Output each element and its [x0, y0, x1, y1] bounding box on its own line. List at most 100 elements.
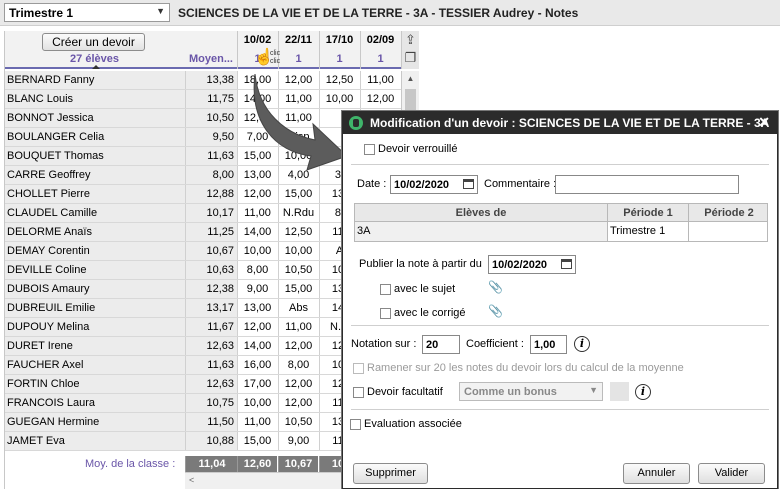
devoir-coef: 1	[336, 53, 343, 65]
coefficient-input[interactable]: 1,00	[530, 335, 567, 354]
grade-cell[interactable]: 9,00	[237, 280, 277, 298]
period-select[interactable]: Trimestre 1 ▼	[4, 3, 170, 22]
validate-button[interactable]: Valider	[698, 463, 765, 484]
grade-cell[interactable]: 11,00	[360, 71, 400, 89]
devoir-column-header[interactable]: 17/10 1	[319, 31, 359, 69]
devoir-date: 22/11	[285, 34, 312, 46]
student-name: DUPOUY Melina	[5, 318, 185, 336]
grade-cell[interactable]: 12,50	[278, 223, 318, 241]
grade-cell[interactable]: 12,00	[237, 318, 277, 336]
divider	[351, 164, 769, 165]
grade-cell[interactable]: N.Rdu	[278, 204, 318, 222]
students-count-header[interactable]: 27 élèves	[5, 53, 184, 65]
devoir-coef: 1	[295, 53, 302, 65]
sort-asc-icon	[92, 65, 100, 69]
student-average: 13,38	[185, 71, 237, 89]
student-name: CHOLLET Pierre	[5, 185, 185, 203]
grade-cell[interactable]: 12,00	[278, 394, 318, 412]
chevron-down-icon: ▼	[589, 385, 598, 395]
student-name: GUEGAN Hermine	[5, 413, 185, 431]
student-average: 12,38	[185, 280, 237, 298]
optional-checkbox[interactable]	[353, 387, 364, 398]
scroll-left-icon[interactable]: <	[189, 475, 194, 485]
locked-label: Devoir verrouillé	[378, 143, 458, 155]
delete-button[interactable]: Supprimer	[353, 463, 428, 484]
with-correction-checkbox[interactable]	[380, 308, 391, 319]
grade-cell[interactable]: 11,00	[237, 204, 277, 222]
grade-cell[interactable]: 13,00	[237, 299, 277, 317]
student-name: BLANC Louis	[5, 90, 185, 108]
with-correction-label: avec le corrigé	[394, 307, 466, 319]
copy-icon[interactable]: ❐	[402, 49, 419, 67]
table-header-row: Elèves de Période 1 Période 2	[355, 204, 767, 222]
grade-cell[interactable]: Abs	[278, 299, 318, 317]
paperclip-icon[interactable]: 📎	[488, 280, 503, 294]
grade-cell[interactable]: 10,00	[237, 242, 277, 260]
student-name: BOULANGER Celia	[5, 128, 185, 146]
notation-input[interactable]: 20	[422, 335, 460, 354]
calendar-icon[interactable]	[561, 259, 572, 269]
table-row[interactable]: 3A Trimestre 1	[355, 222, 767, 241]
info-icon[interactable]: i	[574, 336, 590, 352]
paperclip-icon[interactable]: 📎	[488, 304, 503, 318]
grade-cell[interactable]: 15,00	[237, 432, 277, 450]
with-subject-checkbox[interactable]	[380, 284, 391, 295]
publish-date-field[interactable]: 10/02/2020	[488, 255, 576, 274]
grade-cell[interactable]: 10,50	[278, 261, 318, 279]
grade-cell[interactable]: 15,00	[278, 185, 318, 203]
close-icon[interactable]: ✕	[758, 114, 770, 131]
grade-cell[interactable]: 10,00	[237, 394, 277, 412]
grade-cell[interactable]: 14,00	[237, 337, 277, 355]
grade-cell[interactable]: 11,00	[237, 413, 277, 431]
comment-input[interactable]	[555, 175, 739, 194]
locked-checkbox[interactable]	[364, 144, 375, 155]
app-logo-icon	[349, 116, 363, 130]
average-column-header[interactable]: Moyen...	[185, 53, 237, 65]
evaluation-checkbox[interactable]	[350, 419, 361, 430]
grade-cell[interactable]: 10,00	[278, 242, 318, 260]
student-name: CARRE Geoffrey	[5, 166, 185, 184]
date-value: 10/02/2020	[394, 179, 450, 191]
grade-cell[interactable]: 8,00	[278, 356, 318, 374]
grade-cell[interactable]: 15,00	[278, 280, 318, 298]
table-cell[interactable]	[688, 222, 769, 241]
grade-cell[interactable]: 12,00	[360, 90, 400, 108]
scroll-up-icon[interactable]: ▲	[402, 71, 419, 87]
calendar-icon[interactable]	[463, 179, 474, 189]
grade-cell[interactable]: 8,00	[237, 261, 277, 279]
student-average: 12,63	[185, 337, 237, 355]
student-average: 9,50	[185, 128, 237, 146]
grade-cell[interactable]: 16,00	[237, 356, 277, 374]
devoir-column-header[interactable]: 02/09 1	[360, 31, 400, 69]
publish-date-value: 10/02/2020	[492, 259, 548, 271]
grade-cell[interactable]: 10,50	[278, 413, 318, 431]
with-subject-label: avec le sujet	[394, 283, 456, 295]
student-average: 11,67	[185, 318, 237, 336]
devoir-column-header[interactable]: 22/11 1	[278, 31, 318, 69]
student-average: 12,88	[185, 185, 237, 203]
student-name: DUBREUIL Emilie	[5, 299, 185, 317]
reduce-label: Ramener sur 20 les notes du devoir lors …	[367, 362, 684, 374]
grade-cell[interactable]: 12,00	[237, 185, 277, 203]
date-field[interactable]: 10/02/2020	[390, 175, 478, 194]
cancel-button[interactable]: Annuler	[623, 463, 690, 484]
divider	[351, 409, 769, 410]
grade-cell[interactable]: 14,00	[237, 223, 277, 241]
chevron-down-icon: ▼	[156, 6, 165, 16]
grade-cell[interactable]: 17,00	[237, 375, 277, 393]
info-icon[interactable]: i	[635, 384, 651, 400]
grade-cell[interactable]: 9,00	[278, 432, 318, 450]
table-cell[interactable]: Trimestre 1	[607, 222, 688, 241]
student-average: 8,00	[185, 166, 237, 184]
grade-cell[interactable]: 12,00	[278, 375, 318, 393]
student-average: 11,75	[185, 90, 237, 108]
student-average: 11,25	[185, 223, 237, 241]
student-average: 13,17	[185, 299, 237, 317]
export-icon[interactable]: ⇪	[402, 31, 419, 49]
create-devoir-button[interactable]: Créer un devoir	[42, 33, 145, 51]
bonus-select-value: Comme un bonus	[464, 386, 557, 398]
grade-cell[interactable]: 11,00	[278, 318, 318, 336]
reduce-checkbox	[353, 363, 364, 374]
class-average-value: 11,04	[185, 456, 238, 472]
grade-cell[interactable]: 12,00	[278, 337, 318, 355]
